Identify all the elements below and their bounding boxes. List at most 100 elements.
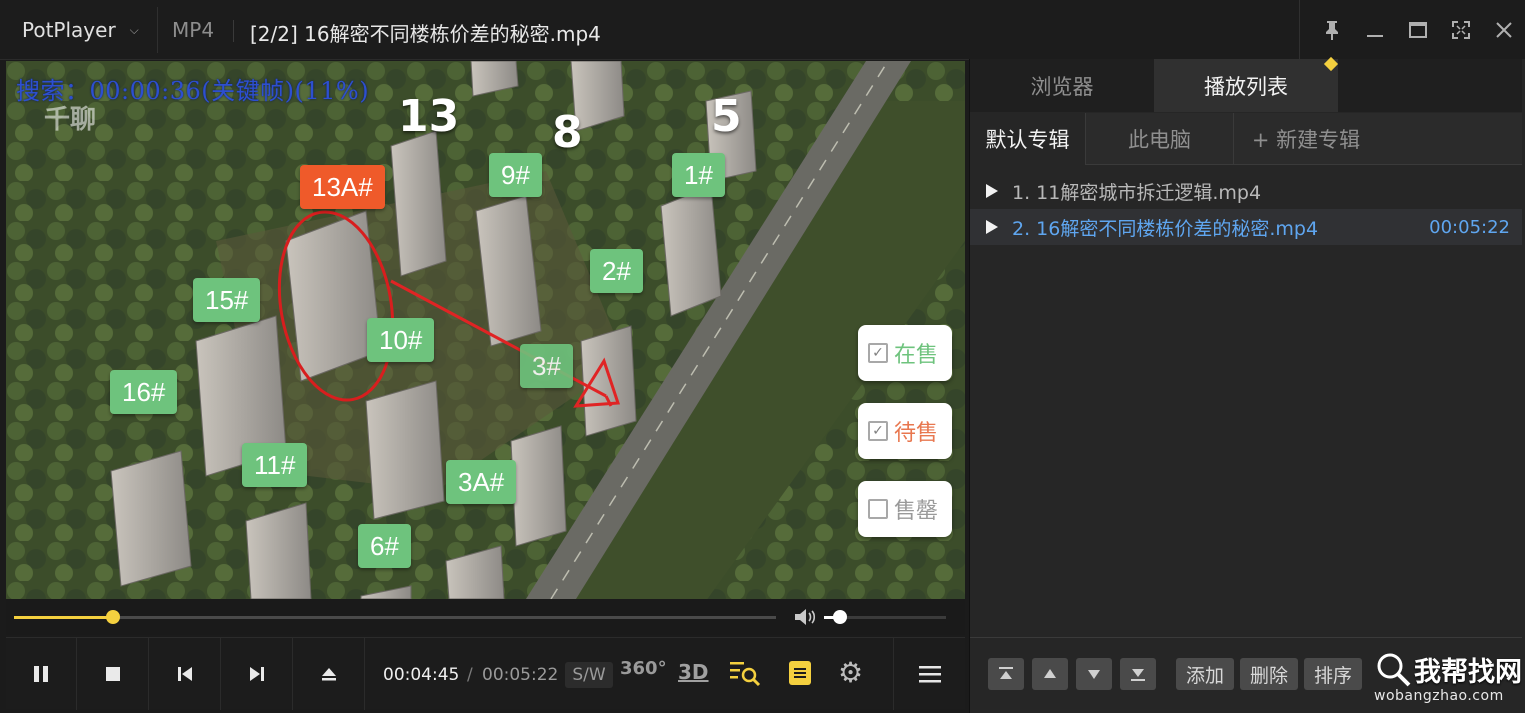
building-tag-13a: 13A# [300,165,385,209]
maximize-icon [1408,22,1427,38]
speaker-icon [795,609,816,625]
total-time[interactable]: 00:05:22 [482,665,558,685]
video-area[interactable]: 千聊 搜索：00:00:36(关键帧)(11%) 13 8 5 13A# 9# … [6,61,965,599]
current-time[interactable]: 00:04:45 [383,665,459,685]
pin-button[interactable] [1310,7,1353,53]
3d-mode-label: 3D [678,660,709,684]
close-button[interactable] [1482,7,1525,53]
building-tag-2: 2# [590,249,643,293]
playlist-item-title: 1. 11解密城市拆迁逻辑.mp4 [1012,181,1262,204]
checkbox-checked-icon: ✓ [868,421,888,441]
building-tag-11: 11# [242,443,308,487]
playlist-footer: 添加 删除 排序 我帮找网 wobangzhao.com [970,637,1522,713]
playlist: 1. 11解密城市拆迁逻辑.mp4 2. 16解密不同楼栋价差的秘密.mp4 0… [970,173,1522,245]
building-tag-3a: 3A# [446,460,517,504]
format-label: MP4 [172,18,215,42]
minimize-button[interactable] [1353,7,1396,53]
minimize-icon [1366,35,1383,37]
tab-this-computer[interactable]: 此电脑 [1086,113,1234,165]
pause-icon [34,666,48,682]
app-menu-button[interactable]: PotPlayer ⌵ [6,7,158,53]
move-top-icon [999,667,1013,679]
main-menu-button[interactable] [893,638,965,710]
sw-decoder-button[interactable]: S/W [565,662,613,688]
block-number-8: 8 [552,107,583,158]
vr-360-button[interactable]: 360° [620,658,667,679]
volume-button[interactable] [793,607,819,631]
title-bar: PotPlayer ⌵ MP4 [2/2] 16解密不同楼栋价差的秘密.mp4 [0,0,1525,60]
skip-previous-icon [178,667,192,681]
volume-slider-handle[interactable] [832,610,847,624]
seek-bar[interactable] [14,610,776,624]
app-name: PotPlayer [22,18,116,42]
tab-playlist[interactable]: 播放列表 [1154,59,1338,112]
chevron-down-icon: ⌵ [129,22,139,37]
building-tag-9: 9# [489,153,542,197]
subtitle-icon [789,661,811,685]
eject-button[interactable] [294,638,365,710]
playlist-item-current[interactable]: 2. 16解密不同楼栋价差的秘密.mp4 00:05:22 [970,209,1522,245]
subtitle-button[interactable] [788,660,812,690]
move-down-icon [1088,670,1100,679]
volume-slider[interactable] [824,610,946,624]
fullscreen-button[interactable] [1439,7,1482,53]
title-divider [233,20,234,42]
gear-icon: ⚙ [838,656,864,689]
sort-button[interactable]: 排序 [1304,658,1363,690]
seek-area [6,599,965,635]
site-watermark: 我帮找网 wobangzhao.com [1372,646,1522,708]
add-button[interactable]: 添加 [1176,658,1235,690]
play-icon [986,220,998,234]
building-tag-1: 1# [672,153,725,197]
previous-button[interactable] [150,638,221,710]
subtitle-search-icon [730,662,761,687]
playlist-item[interactable]: 1. 11解密城市拆迁逻辑.mp4 [970,173,1522,209]
time-separator: / [467,665,473,685]
fullscreen-icon [1451,21,1470,39]
close-icon [1495,22,1512,38]
playlist-panel: 浏览器 播放列表 默认专辑 此电脑 + 新建专辑 1. 11解密城市拆迁逻辑.m… [969,56,1525,713]
skip-next-icon [250,667,264,681]
play-icon [986,184,998,198]
delete-button[interactable]: 删除 [1240,658,1299,690]
next-button[interactable] [222,638,293,710]
block-number-13: 13 [398,91,460,142]
legend-label: 售罄 [894,499,939,524]
album-tabs: 默认专辑 此电脑 + 新建专辑 [970,113,1522,165]
move-down-button[interactable] [1076,658,1112,690]
file-title: [2/2] 16解密不同楼栋价差的秘密.mp4 [250,22,601,46]
playlist-item-title: 2. 16解密不同楼栋价差的秘密.mp4 [1012,217,1319,240]
legend-label: 待售 [894,421,939,446]
building-tag-15: 15# [193,278,261,322]
building-tag-6: 6# [358,524,411,568]
move-bottom-button[interactable] [1120,658,1156,690]
legend-label: 在售 [894,343,939,368]
legend-sold-out: 售罄 [858,481,952,537]
subtitle-search-button[interactable] [728,658,762,692]
panel-tabs: 浏览器 播放列表 [970,56,1522,112]
legend-pending-sale: ✓ 待售 [858,403,952,459]
building-tag-10: 10# [367,318,435,362]
stop-button[interactable] [78,638,149,710]
pause-button[interactable] [6,638,77,710]
vr-360-label: 360° [620,658,667,679]
move-up-button[interactable] [1032,658,1068,690]
move-up-icon [1044,669,1056,678]
seek-bar-handle[interactable] [106,610,121,624]
3d-mode-button[interactable]: 3D [678,660,709,684]
new-album-button[interactable]: + 新建专辑 [1234,113,1378,165]
seek-osd-text: 搜索：00:00:36(关键帧)(11%) [16,77,370,105]
site-name: 我帮找网 [1414,657,1522,688]
block-number-5: 5 [711,91,742,142]
building-tag-16: 16# [110,370,178,414]
move-bottom-icon [1131,669,1145,681]
window-controls [1299,0,1525,60]
tab-browser[interactable]: 浏览器 [970,59,1154,112]
settings-button[interactable]: ⚙ [838,656,863,689]
tab-default-album[interactable]: 默认专辑 [970,113,1086,165]
move-top-button[interactable] [988,658,1024,690]
hamburger-icon [918,666,941,683]
maximize-button[interactable] [1396,7,1439,53]
building-tag-3: 3# [520,344,573,388]
stop-icon [106,667,120,681]
